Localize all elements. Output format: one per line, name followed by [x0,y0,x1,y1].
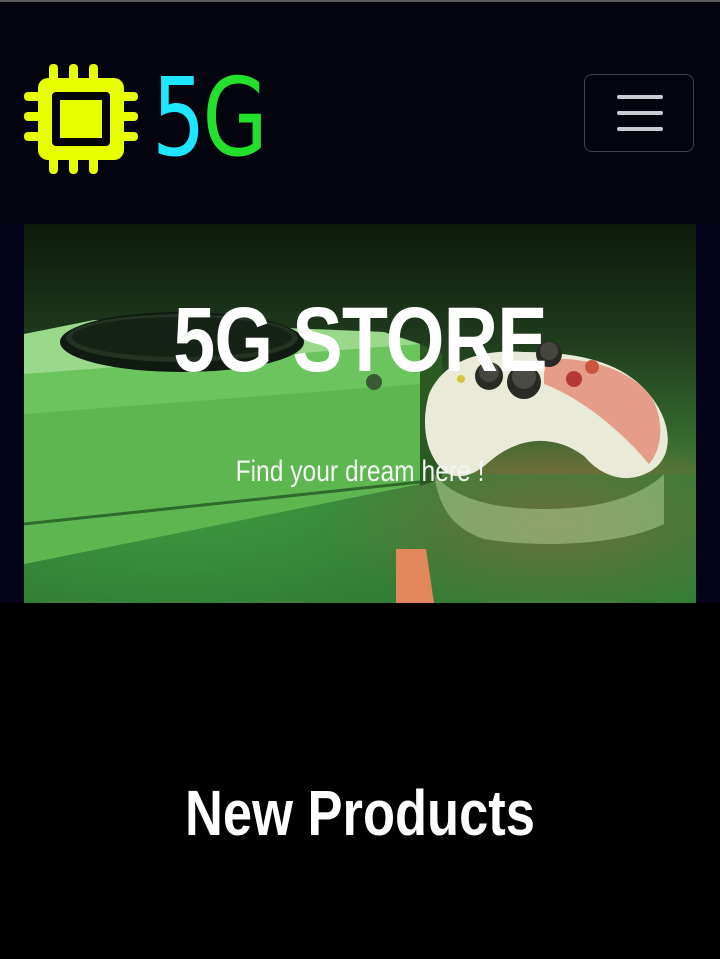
hero-subtitle: Find your dream here ! [235,455,485,488]
new-products-heading: New Products [185,777,535,850]
brand-logo-link[interactable]: 5G [22,54,296,184]
brand-g: G [202,56,267,181]
hero-title: 5G STORE [173,288,547,391]
navbar-toggle-button[interactable] [584,74,694,152]
brand-name: 5G [152,56,268,181]
cpu-chip-icon [24,64,138,174]
hero-banner: 5G STORE Find your dream here ! [24,224,696,603]
hamburger-menu-icon [617,95,663,131]
brand-five: 5 [152,56,206,181]
hero-image [24,312,696,603]
navbar: 5G [0,2,720,224]
